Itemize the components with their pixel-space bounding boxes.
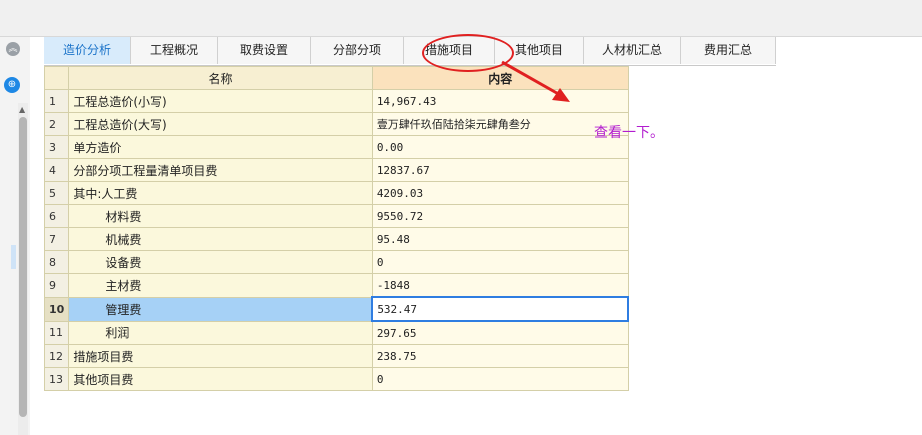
table-row[interactable]: 3 单方造价 0.00 <box>43 135 629 159</box>
annotation-note: 查看一下。 <box>594 125 664 141</box>
row-name[interactable]: 设备费 <box>68 250 373 274</box>
row-name[interactable]: 其中:人工费 <box>68 181 373 205</box>
row-number: 2 <box>43 112 70 136</box>
tab-project-overview[interactable]: 工程概况 <box>131 37 218 64</box>
tab-sub-items[interactable]: 分部分项 <box>311 37 404 64</box>
table-row[interactable]: 7 机械费 95.48 <box>43 227 629 251</box>
row-value[interactable]: 4209.03 <box>371 181 629 205</box>
row-number: 8 <box>43 250 70 274</box>
column-header-name[interactable]: 名称 <box>68 66 373 90</box>
row-value[interactable]: 9550.72 <box>371 204 629 228</box>
table-row[interactable]: 5 其中:人工费 4209.03 <box>43 181 629 205</box>
tab-fee-summary[interactable]: 费用汇总 <box>681 37 776 64</box>
panel-indicator <box>11 245 16 269</box>
tab-labor-material-summary[interactable]: 人材机汇总 <box>584 37 681 64</box>
scroll-up-icon[interactable]: ▲ <box>19 105 25 114</box>
row-value[interactable]: 0.00 <box>371 135 629 159</box>
row-number: 10 <box>43 296 70 322</box>
tab-bar: 造价分析 工程概况 取费设置 分部分项 措施项目 其他项目 人材机汇总 费用汇总 <box>44 37 776 66</box>
row-number-header <box>43 66 70 90</box>
row-name[interactable]: 单方造价 <box>68 135 373 159</box>
row-name[interactable]: 工程总造价(小写) <box>68 89 373 113</box>
table-row[interactable]: 6 材料费 9550.72 <box>43 204 629 228</box>
row-name[interactable]: 材料费 <box>68 204 373 228</box>
scrollbar-thumb[interactable] <box>19 117 27 417</box>
collapse-icon[interactable]: ︽ <box>6 42 20 56</box>
row-value[interactable]: 壹万肆仟玖佰陆拾柒元肆角叁分 <box>371 112 629 136</box>
annotation-arrow-icon <box>501 60 570 102</box>
row-value[interactable]: 95.48 <box>371 227 629 251</box>
tab-cost-analysis[interactable]: 造价分析 <box>44 37 131 64</box>
vertical-scrollbar[interactable]: ▲ <box>18 103 28 435</box>
row-value[interactable]: 297.65 <box>371 320 629 345</box>
row-number: 9 <box>43 273 70 298</box>
row-name[interactable]: 机械费 <box>68 227 373 251</box>
row-number: 6 <box>43 204 70 228</box>
expand-circle-icon[interactable]: ⊕ <box>4 77 20 93</box>
row-value-editing[interactable]: 532.47 <box>371 296 630 322</box>
table-row[interactable]: 12 措施项目费 238.75 <box>43 344 629 368</box>
row-number: 3 <box>43 135 70 159</box>
row-number: 13 <box>43 367 70 391</box>
row-number: 11 <box>43 320 70 345</box>
row-name[interactable]: 管理费 <box>68 296 373 322</box>
row-number: 4 <box>43 158 70 182</box>
row-number: 7 <box>43 227 70 251</box>
table-row-selected[interactable]: 10 管理费 532.47 <box>43 296 630 322</box>
row-number: 1 <box>43 89 70 113</box>
table-row[interactable]: 9 主材费 -1848 <box>43 273 629 298</box>
row-name[interactable]: 分部分项工程量清单项目费 <box>68 158 373 182</box>
row-name[interactable]: 措施项目费 <box>68 344 373 368</box>
row-name[interactable]: 其他项目费 <box>68 367 373 391</box>
row-value[interactable]: 12837.67 <box>371 158 629 182</box>
table-row[interactable]: 2 工程总造价(大写) 壹万肆仟玖佰陆拾柒元肆角叁分 <box>43 112 629 136</box>
row-name[interactable]: 工程总造价(大写) <box>68 112 373 136</box>
row-name[interactable]: 主材费 <box>68 273 373 298</box>
row-number: 5 <box>43 181 70 205</box>
row-value[interactable]: -1848 <box>371 273 629 298</box>
tab-fee-settings[interactable]: 取费设置 <box>218 37 311 64</box>
table-row[interactable]: 11 利润 297.65 <box>43 320 629 345</box>
data-grid: 名称 内容 1 工程总造价(小写) 14,967.43 2 工程总造价(大写) 壹万肆仟… <box>43 66 630 391</box>
table-row[interactable]: 4 分部分项工程量清单项目费 12837.67 <box>43 158 629 182</box>
row-name[interactable]: 利润 <box>68 320 373 345</box>
row-value[interactable]: 0 <box>371 367 629 391</box>
table-row[interactable]: 13 其他项目费 0 <box>43 367 629 391</box>
table-row[interactable]: 8 设备费 0 <box>43 250 629 274</box>
row-number: 12 <box>43 344 70 368</box>
row-value[interactable]: 0 <box>371 250 629 274</box>
top-toolbar <box>0 0 922 37</box>
row-value[interactable]: 238.75 <box>371 344 629 368</box>
